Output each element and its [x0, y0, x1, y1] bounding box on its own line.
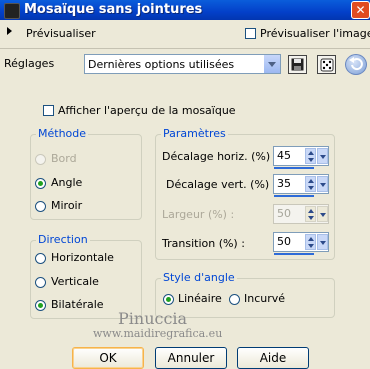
horizontal-offset-spinner[interactable]: 45: [273, 146, 329, 169]
transition-spinner[interactable]: 50: [273, 232, 329, 255]
save-preset-icon[interactable]: [288, 55, 307, 74]
reset-icon[interactable]: [345, 54, 367, 75]
direction-radio-bilaterale[interactable]: [35, 300, 46, 311]
method-radio-angle[interactable]: [35, 178, 46, 189]
chevron-down-icon[interactable]: [263, 55, 280, 73]
spin-updown-icon[interactable]: [305, 176, 316, 192]
settings-selected-value: Dernières options utilisées: [88, 58, 235, 71]
width-value: 50: [277, 207, 291, 220]
preview-toggle-label[interactable]: Prévisualiser: [26, 27, 96, 40]
window-title: Mosaïque sans jointures: [24, 2, 203, 17]
width-spinner[interactable]: 50: [273, 204, 329, 224]
angle-style-group-title: Style d'angle: [161, 271, 237, 284]
direction-label-verticale: Verticale: [51, 275, 99, 288]
method-group-title: Méthode: [36, 127, 89, 140]
slider-track[interactable]: [274, 253, 314, 255]
direction-radio-verticale[interactable]: [35, 277, 46, 288]
chevron-down-icon[interactable]: [317, 148, 328, 164]
direction-radio-horizontale[interactable]: [35, 253, 46, 264]
close-button[interactable]: ✕: [351, 1, 370, 19]
preview-bar: Prévisualiser Prévisualiser l'image: [0, 20, 370, 49]
show-mosaic-preview-checkbox[interactable]: [43, 105, 54, 116]
show-mosaic-preview-label: Afficher l'aperçu de la mosaïque: [58, 104, 236, 117]
spin-updown-icon[interactable]: [305, 234, 316, 250]
slider-track[interactable]: [274, 195, 314, 197]
method-label-bord: Bord: [51, 152, 77, 165]
vertical-offset-value: 35: [277, 177, 291, 190]
help-button[interactable]: Aide: [237, 347, 309, 369]
chevron-down-icon[interactable]: [317, 176, 328, 192]
method-group: [30, 134, 142, 220]
preview-image-checkbox[interactable]: [245, 28, 256, 39]
ok-button[interactable]: OK: [72, 347, 144, 369]
watermark-url: www.maidiregrafica.eu: [93, 327, 223, 340]
method-label-miroir: Miroir: [51, 199, 83, 212]
expand-arrow-icon[interactable]: [7, 27, 12, 35]
spin-updown-icon[interactable]: [305, 148, 316, 164]
transition-value: 50: [277, 235, 291, 248]
slider-track[interactable]: [274, 167, 314, 169]
direction-label-bilaterale: Bilatérale: [51, 298, 104, 311]
watermark-name: Pinuccia: [118, 309, 188, 328]
vertical-offset-label: Décalage vert. (%) :: [166, 178, 277, 191]
randomize-dice-icon[interactable]: [317, 55, 336, 74]
cancel-button[interactable]: Annuler: [155, 347, 227, 369]
app-icon: [4, 3, 20, 19]
angle-style-label-lineaire: Linéaire: [178, 292, 222, 305]
angle-style-radio-incurve[interactable]: [229, 294, 240, 305]
settings-label: Réglages: [4, 57, 55, 70]
method-radio-miroir[interactable]: [35, 201, 46, 212]
settings-dropdown[interactable]: Dernières options utilisées: [84, 54, 281, 74]
horizontal-offset-value: 45: [277, 149, 291, 162]
vertical-offset-spinner[interactable]: 35: [273, 174, 329, 197]
method-radio-bord[interactable]: [35, 154, 46, 165]
chevron-down-icon[interactable]: [317, 234, 328, 250]
horizontal-offset-label: Décalage horiz. (%) :: [162, 150, 278, 163]
parameters-group-title: Paramètres: [161, 127, 228, 140]
preview-image-label: Prévisualiser l'image: [260, 27, 370, 40]
method-label-angle: Angle: [51, 176, 83, 189]
direction-label-horizontale: Horizontale: [51, 251, 114, 264]
angle-style-radio-lineaire[interactable]: [163, 294, 174, 305]
width-label: Largeur (%) :: [162, 208, 235, 221]
transition-label: Transition (%) :: [162, 237, 245, 250]
title-bar[interactable]: Mosaïque sans jointures ✕: [0, 0, 370, 20]
angle-style-label-incurve: Incurvé: [244, 292, 286, 305]
direction-group-title: Direction: [36, 233, 90, 246]
chevron-down-icon[interactable]: [317, 206, 328, 222]
spin-updown-icon[interactable]: [305, 206, 316, 222]
